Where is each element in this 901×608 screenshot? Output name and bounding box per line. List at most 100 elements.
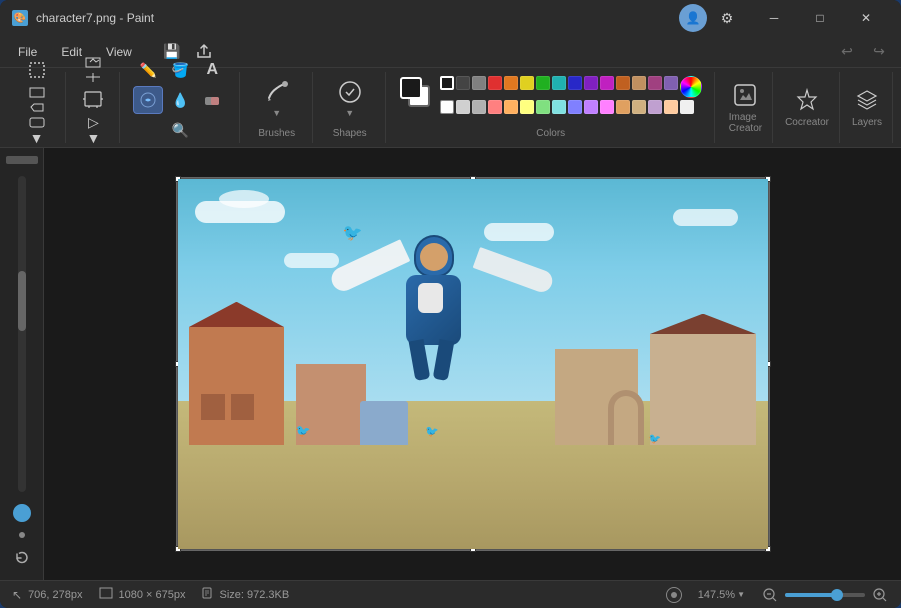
- cursor-icon: ↖: [12, 588, 22, 602]
- size-value: Size: 972.3KB: [219, 589, 289, 601]
- brush-btn[interactable]: [133, 86, 163, 114]
- color-yellow[interactable]: [520, 76, 534, 90]
- color-light-brown[interactable]: [616, 100, 630, 114]
- zoom-slider-thumb[interactable]: [831, 589, 843, 601]
- bird-ground-1: 🐦: [296, 424, 311, 438]
- color-red[interactable]: [488, 76, 502, 90]
- color-light-purple[interactable]: [584, 100, 598, 114]
- rainbow-color[interactable]: [680, 76, 702, 98]
- bottom-tool: [6, 544, 38, 572]
- bird-ground-2: 🐦: [649, 434, 661, 445]
- select-option-1[interactable]: [26, 86, 48, 99]
- fill-btn[interactable]: 🪣: [165, 56, 195, 84]
- cursor-coords: 706, 278px: [28, 589, 82, 601]
- toolbar-group-image: ▷ ▼ Image: [68, 72, 120, 143]
- cocreator-btn[interactable]: Cocreator: [775, 72, 840, 143]
- color-green[interactable]: [536, 76, 550, 90]
- image-option-2[interactable]: [82, 71, 104, 84]
- char-leg-left: [409, 339, 431, 381]
- minimize-button[interactable]: ─: [751, 0, 797, 36]
- color-violet[interactable]: [648, 76, 662, 90]
- color-tan[interactable]: [632, 100, 646, 114]
- color-light-pink[interactable]: [600, 100, 614, 114]
- zoom-out-btn[interactable]: [761, 586, 779, 604]
- zoom-level[interactable]: 147.5% ▼: [698, 589, 745, 601]
- window-left-1: [201, 394, 225, 420]
- text-btn[interactable]: A: [197, 56, 227, 84]
- select-option-2[interactable]: [26, 101, 48, 114]
- zoom-indicator[interactable]: [13, 504, 31, 522]
- cocreator-label: Cocreator: [785, 117, 829, 128]
- main-window: 🎨 character7.png - Paint 👤 ⚙ ─ □ ✕ File …: [0, 0, 901, 608]
- v-scrollbar[interactable]: [18, 176, 26, 492]
- color-gray[interactable]: [472, 76, 486, 90]
- color-brown2[interactable]: [632, 76, 646, 90]
- color-violet2[interactable]: [664, 76, 678, 90]
- eyedropper-btn[interactable]: 💧: [165, 86, 195, 114]
- roof-right: [650, 314, 756, 334]
- toolbar-group-brushes: ▼ Brushes: [242, 72, 313, 143]
- toolbar-group-shapes: ▼ Shapes: [315, 72, 386, 143]
- dimensions-value: 1080 × 675px: [119, 589, 186, 601]
- image-creator-btn[interactable]: Image Creator: [719, 72, 773, 143]
- dimensions-icon: [99, 587, 113, 602]
- redo-button[interactable]: ↪: [865, 39, 893, 65]
- image-option-4[interactable]: ▼: [82, 131, 104, 144]
- color-light-orange[interactable]: [504, 100, 518, 114]
- shapes-dropdown[interactable]: ▼: [325, 76, 375, 120]
- zoom-in-btn[interactable]: [871, 586, 889, 604]
- v-scrollbar-thumb[interactable]: [18, 271, 26, 331]
- color-light-teal[interactable]: [552, 100, 566, 114]
- canvas-image[interactable]: 🐦 🐦 🐦 🐦: [178, 179, 768, 549]
- select-option-4[interactable]: ▼: [26, 131, 48, 144]
- zoom-slider[interactable]: [785, 593, 865, 597]
- color-lavender[interactable]: [648, 100, 662, 114]
- image-option-1[interactable]: [82, 56, 104, 69]
- size-icon: [201, 587, 213, 602]
- color-orange[interactable]: [504, 76, 518, 90]
- color-teal[interactable]: [552, 76, 566, 90]
- select-rect-btn[interactable]: [22, 56, 52, 84]
- pencil-btn[interactable]: ✏️: [133, 56, 163, 84]
- magnify-btn[interactable]: 🔍: [165, 116, 195, 144]
- color-light-blue[interactable]: [568, 100, 582, 114]
- color-dark-gray[interactable]: [456, 76, 470, 90]
- settings-icon[interactable]: ⚙: [715, 6, 739, 30]
- color-black[interactable]: [440, 76, 454, 90]
- close-button[interactable]: ✕: [843, 0, 889, 36]
- zoom-chevron: ▼: [737, 590, 745, 599]
- color-light-gray1[interactable]: [456, 100, 470, 114]
- color-light-green[interactable]: [536, 100, 550, 114]
- colors-label: Colors: [536, 126, 565, 139]
- color-light-red[interactable]: [488, 100, 502, 114]
- color-pink[interactable]: [600, 76, 614, 90]
- eraser-btn[interactable]: [197, 86, 227, 114]
- color-purple[interactable]: [584, 76, 598, 90]
- color-extra[interactable]: [680, 100, 694, 114]
- select-option-3[interactable]: [26, 116, 48, 129]
- image-option-3[interactable]: ▷: [82, 116, 104, 129]
- color-light-gray2[interactable]: [472, 100, 486, 114]
- char-face: [420, 243, 448, 271]
- layers-btn[interactable]: Layers: [842, 72, 893, 143]
- cloud-2: [219, 190, 269, 208]
- char-chest: [418, 283, 443, 313]
- image-resize-btn[interactable]: [79, 86, 107, 114]
- color-brown1[interactable]: [616, 76, 630, 90]
- user-avatar[interactable]: 👤: [679, 4, 707, 32]
- window-left-2: [231, 394, 255, 420]
- maximize-button[interactable]: □: [797, 0, 843, 36]
- brushes-dropdown[interactable]: ▼: [252, 76, 302, 120]
- color-palette: [440, 76, 702, 114]
- brushes-label: Brushes: [258, 126, 295, 139]
- color-white[interactable]: [440, 100, 454, 114]
- color-light-yellow[interactable]: [520, 100, 534, 114]
- color-blue[interactable]: [568, 76, 582, 90]
- canvas-wrapper[interactable]: 🐦 🐦 🐦 🐦: [177, 178, 769, 550]
- foreground-color[interactable]: [400, 77, 422, 99]
- undo-button[interactable]: ↩: [833, 39, 861, 65]
- canvas-dimensions: 1080 × 675px: [99, 587, 186, 602]
- color-peach[interactable]: [664, 100, 678, 114]
- active-color-pair[interactable]: [400, 77, 436, 113]
- history-btn[interactable]: [6, 544, 38, 572]
